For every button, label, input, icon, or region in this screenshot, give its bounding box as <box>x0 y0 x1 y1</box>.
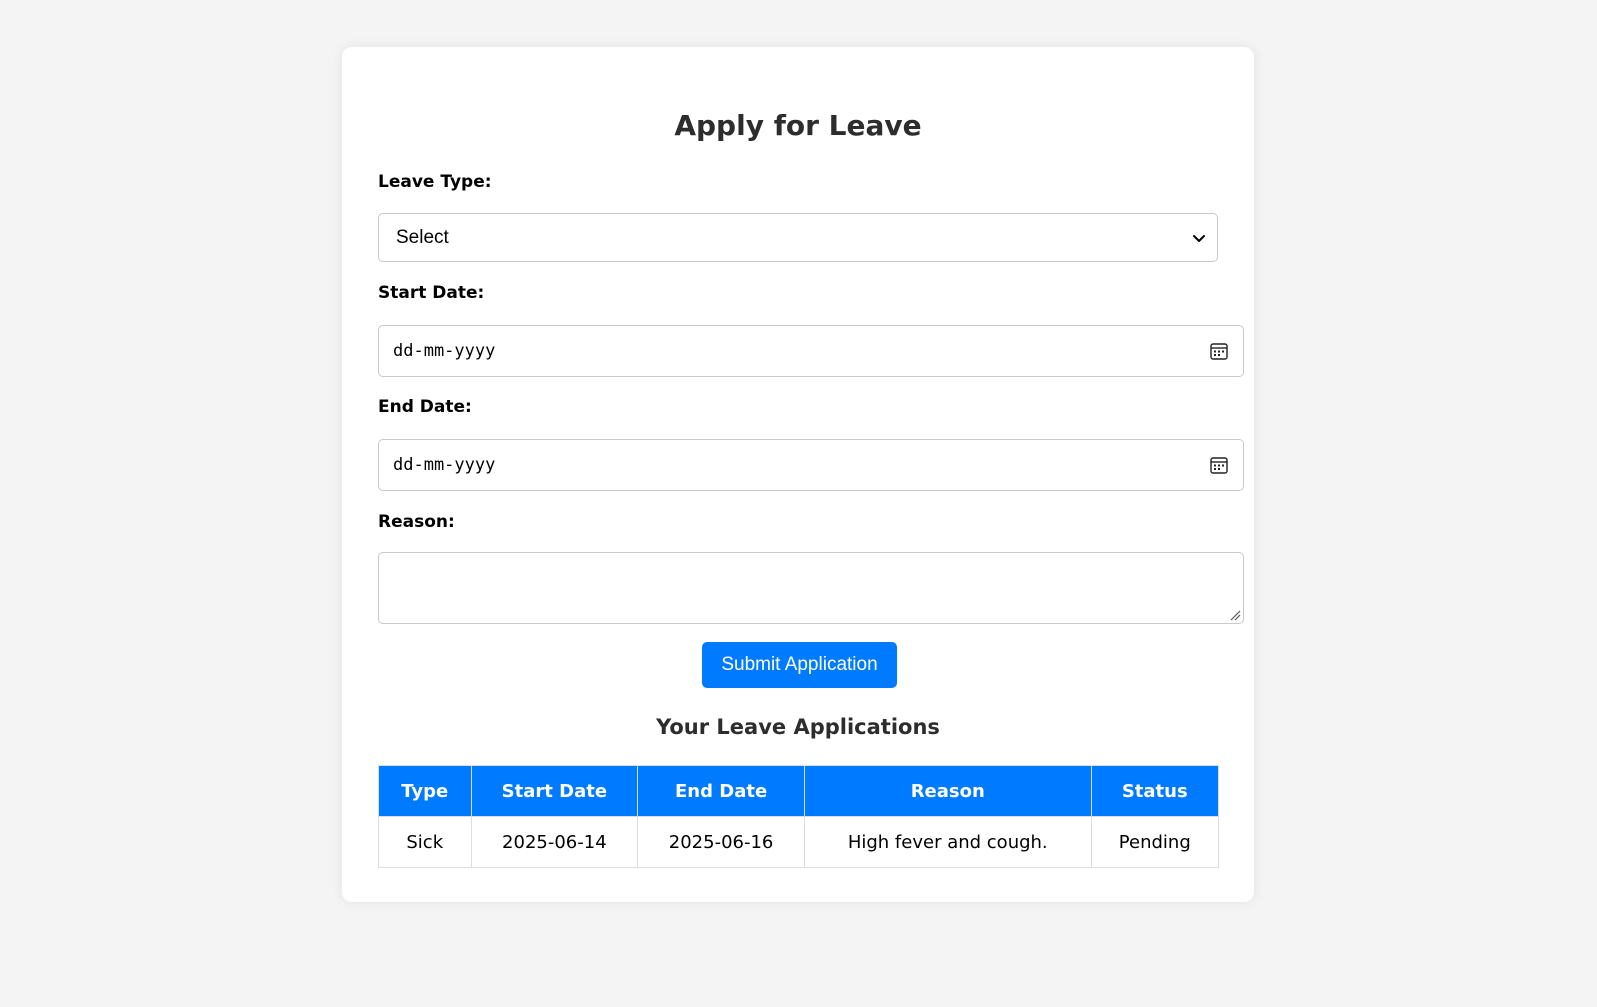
page-title: Apply for Leave <box>674 109 922 142</box>
leave-applications-table: Type Start Date End Date Reason Status S… <box>378 765 1220 868</box>
leave-type-selected-value: Select <box>396 227 449 248</box>
end-date-label: End Date: <box>378 397 472 417</box>
table-row: Sick 2025-06-14 2025-06-16 High fever an… <box>378 816 1220 868</box>
cell-end-date: 2025-06-16 <box>637 816 805 868</box>
applications-title: Your Leave Applications <box>656 715 940 739</box>
start-date-placeholder: dd-mm-yyyy <box>393 341 496 361</box>
cell-reason: High fever and cough. <box>803 816 1092 868</box>
leave-form-card: Apply for Leave Leave Type: Select Start… <box>342 47 1254 902</box>
submit-application-button[interactable]: Submit Application <box>702 642 897 688</box>
leave-type-select[interactable]: Select <box>378 213 1218 262</box>
table-header-row: Type Start Date End Date Reason Status <box>378 765 1220 817</box>
start-date-label: Start Date: <box>378 283 485 303</box>
column-header-end-date: End Date <box>637 765 805 817</box>
calendar-icon[interactable] <box>1209 455 1229 475</box>
resize-handle-icon[interactable] <box>1229 609 1241 621</box>
reason-textarea[interactable] <box>378 552 1244 624</box>
cell-status: Pending <box>1090 816 1220 868</box>
column-header-type: Type <box>378 765 472 817</box>
column-header-reason: Reason <box>803 765 1092 817</box>
start-date-input[interactable]: dd-mm-yyyy <box>378 325 1244 377</box>
cell-type: Sick <box>378 816 472 868</box>
cell-start-date: 2025-06-14 <box>470 816 639 868</box>
reason-label: Reason: <box>378 512 455 532</box>
column-header-start-date: Start Date <box>470 765 639 817</box>
column-header-status: Status <box>1090 765 1220 817</box>
end-date-placeholder: dd-mm-yyyy <box>393 455 496 475</box>
leave-type-label: Leave Type: <box>378 172 492 192</box>
calendar-icon[interactable] <box>1209 341 1229 361</box>
end-date-input[interactable]: dd-mm-yyyy <box>378 439 1244 491</box>
chevron-down-icon <box>1193 235 1205 242</box>
